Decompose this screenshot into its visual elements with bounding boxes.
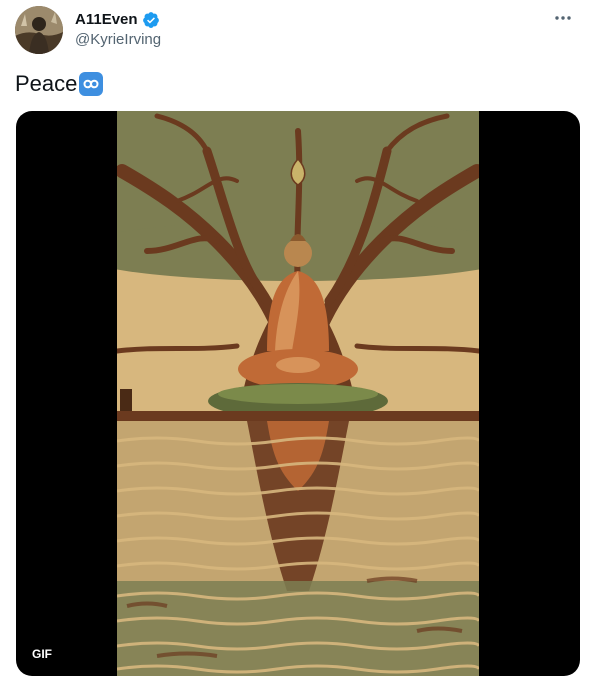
gif-media[interactable]: GIF [16, 111, 580, 676]
avatar-image [15, 6, 63, 54]
gif-badge: GIF [26, 644, 58, 664]
tweet-text-content: Peace [15, 71, 78, 96]
tweet-card: A11Even @KyrieIrving Peace GIF [0, 0, 592, 682]
display-name[interactable]: A11Even [75, 10, 138, 30]
infinity-icon [78, 71, 104, 97]
buddha-tree-artwork [117, 111, 479, 676]
avatar[interactable] [15, 6, 63, 54]
more-options-icon[interactable] [546, 8, 580, 28]
name-row: A11Even [75, 10, 160, 30]
verified-badge-icon [142, 11, 160, 29]
tweet-text: Peace [15, 70, 104, 98]
user-handle[interactable]: @KyrieIrving [75, 30, 161, 50]
